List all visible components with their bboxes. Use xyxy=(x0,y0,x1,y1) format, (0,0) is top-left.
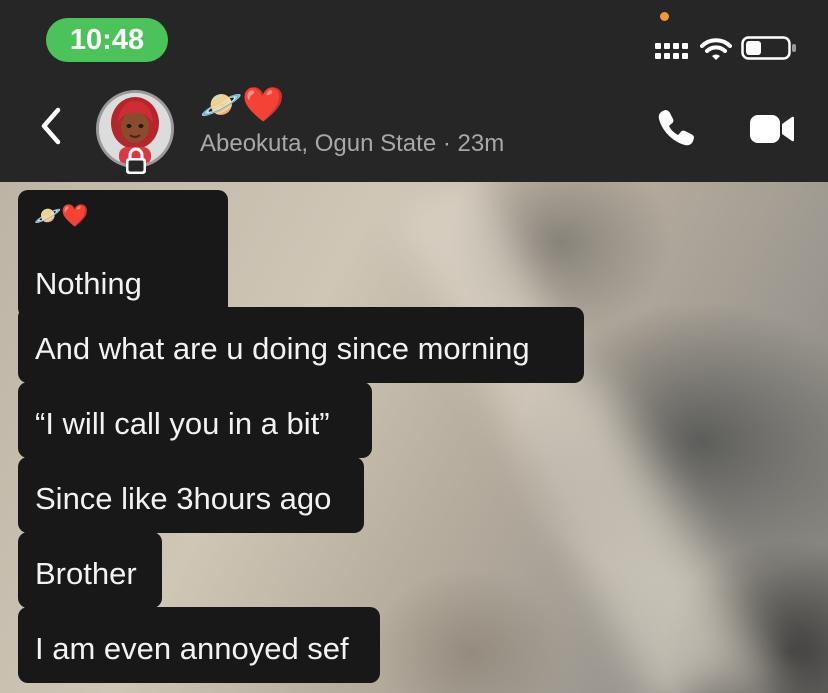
message-text: Brother xyxy=(35,556,137,591)
message-text: And what are u doing since morning xyxy=(35,331,530,366)
video-camera-icon[interactable] xyxy=(748,112,796,146)
phone-icon[interactable] xyxy=(654,106,698,150)
chat-screen: 10:48 🪐❤️ Abeokuta, Ogun State · 23m 🪐❤️… xyxy=(0,0,828,693)
message-text: I am even annoyed sef xyxy=(35,631,349,666)
contact-location-subtitle: Abeokuta, Ogun State · 23m xyxy=(200,130,505,157)
battery-icon xyxy=(741,36,796,60)
status-time: 10:48 xyxy=(46,18,168,62)
wifi-icon xyxy=(700,38,732,60)
signal-bars-icon xyxy=(655,43,688,59)
message-sender-label: 🪐❤️ xyxy=(34,203,89,228)
privacy-indicator-dot xyxy=(660,12,669,21)
message-text: Nothing xyxy=(35,266,142,301)
message-bubble[interactable]: Since like 3hours ago xyxy=(18,457,364,533)
message-bubble[interactable]: I am even annoyed sef xyxy=(18,607,380,683)
message-bubble[interactable]: 🪐❤️ Nothing xyxy=(18,190,228,318)
contact-name[interactable]: 🪐❤️ xyxy=(200,80,285,130)
message-bubble[interactable]: “I will call you in a bit” xyxy=(18,382,372,458)
message-text: “I will call you in a bit” xyxy=(35,406,330,441)
message-bubble[interactable]: Brother xyxy=(18,532,162,608)
back-button[interactable] xyxy=(34,104,68,148)
message-bubble[interactable]: And what are u doing since morning xyxy=(18,307,584,383)
lock-icon xyxy=(126,147,146,174)
message-text: Since like 3hours ago xyxy=(35,481,332,516)
chat-header: 10:48 🪐❤️ Abeokuta, Ogun State · 23m xyxy=(0,0,828,182)
